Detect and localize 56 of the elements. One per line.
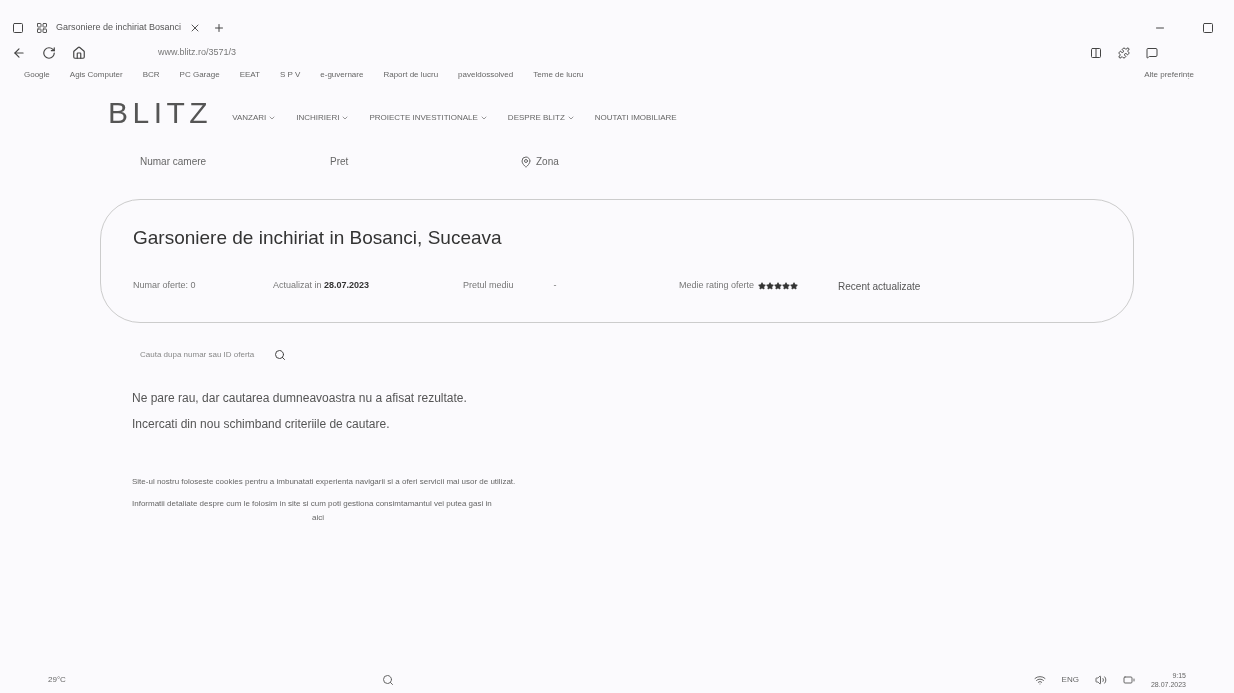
- bookmark-link[interactable]: Google: [24, 69, 50, 81]
- address-field[interactable]: www.blitz.ro/3571/3: [158, 46, 237, 60]
- filter-dropdown[interactable]: Pret: [330, 154, 520, 169]
- site-logo[interactable]: BLITZ: [108, 98, 213, 128]
- filter-dropdown[interactable]: Numar camere: [140, 154, 330, 169]
- back-icon[interactable]: [12, 46, 26, 60]
- location-pin-icon: [520, 155, 532, 168]
- bookmark-link[interactable]: Agis Computer: [69, 69, 123, 81]
- offers-count: Numar oferte: 0: [133, 279, 197, 293]
- nav-menu-item[interactable]: DESPRE BLITZ: [507, 112, 575, 124]
- bookmark-link[interactable]: Raport de lucru: [383, 69, 439, 81]
- refresh-icon[interactable]: [42, 46, 56, 60]
- maximize-icon[interactable]: [1202, 22, 1214, 34]
- home-icon[interactable]: [72, 46, 86, 60]
- cookie-link[interactable]: aici: [312, 510, 822, 525]
- search-icon[interactable]: [274, 348, 287, 361]
- other-bookmarks[interactable]: Alte preferințe: [1144, 69, 1194, 81]
- page-heading: Garsoniere de inchiriat in Bosanci, Suceava: [133, 226, 503, 250]
- search-field[interactable]: Cauta dupa numar sau ID oferta: [140, 348, 1126, 361]
- wifi-icon[interactable]: [1033, 674, 1046, 686]
- new-tab-icon[interactable]: [213, 22, 226, 34]
- bookmark-link[interactable]: e-guvernare: [320, 69, 364, 81]
- browser-tab[interactable]: Garsoniere de inchiriat Bosanci: [36, 21, 202, 35]
- language-indicator[interactable]: ENG: [1061, 674, 1079, 686]
- rating-label: Medie rating oferte: [679, 279, 755, 293]
- split-view-icon[interactable]: [1090, 47, 1102, 59]
- bookmark-link[interactable]: Teme de lucru: [533, 69, 584, 81]
- nav-menu-item[interactable]: VANZARI: [232, 112, 277, 124]
- caret-icon: [341, 114, 350, 122]
- updated-date: Actualizat in 28.07.2023: [273, 279, 371, 293]
- no-results-message: Ne pare rau, dar cautarea dumneavoastra nu a afisat rezultate.: [132, 389, 468, 407]
- caret-icon: [566, 114, 575, 122]
- filter-dropdown[interactable]: Zona: [520, 154, 710, 169]
- volume-icon[interactable]: [1094, 674, 1107, 686]
- weather-text: 29°C: [48, 674, 66, 686]
- nav-menu-item[interactable]: INCHIRIERI: [296, 112, 350, 124]
- feedback-icon[interactable]: [1146, 47, 1158, 59]
- no-results-message: Incercati din nou schimband criteriile de cautare.: [132, 415, 391, 433]
- bookmark-link[interactable]: paveldossolved: [458, 69, 514, 81]
- bookmark-link[interactable]: PC Garage: [179, 69, 220, 81]
- bookmark-link[interactable]: EEAT: [239, 69, 260, 81]
- tab-title: Garsoniere de inchiriat Bosanci: [56, 21, 182, 35]
- sort-dropdown[interactable]: Recent actualizate: [838, 278, 921, 294]
- caret-icon: [268, 114, 277, 122]
- battery-icon[interactable]: [1122, 674, 1135, 686]
- bookmark-link[interactable]: S P V: [279, 69, 301, 81]
- search-icon[interactable]: [381, 674, 394, 686]
- extensions-icon[interactable]: [1118, 47, 1130, 59]
- tab-actions-icon[interactable]: [12, 22, 24, 34]
- nav-menu-item[interactable]: NOUTATI IMOBILIARE: [594, 112, 677, 124]
- cookie-notice: Informatii detaliate despre cum le folosim in site si cum poti gestiona consimtamantul vei putea gasi in: [132, 497, 493, 510]
- caret-icon: [479, 114, 488, 122]
- price-dropdown[interactable]: Pretul mediu -: [463, 279, 663, 293]
- bookmark-link[interactable]: BCR: [142, 69, 160, 81]
- nav-menu-item[interactable]: PROIECTE INVESTITIONALE: [369, 112, 488, 124]
- cookie-notice: Site-ul nostru foloseste cookies pentru a imbunatati experienta navigarii si a oferi servicii mai usor de utilizat.: [132, 475, 517, 488]
